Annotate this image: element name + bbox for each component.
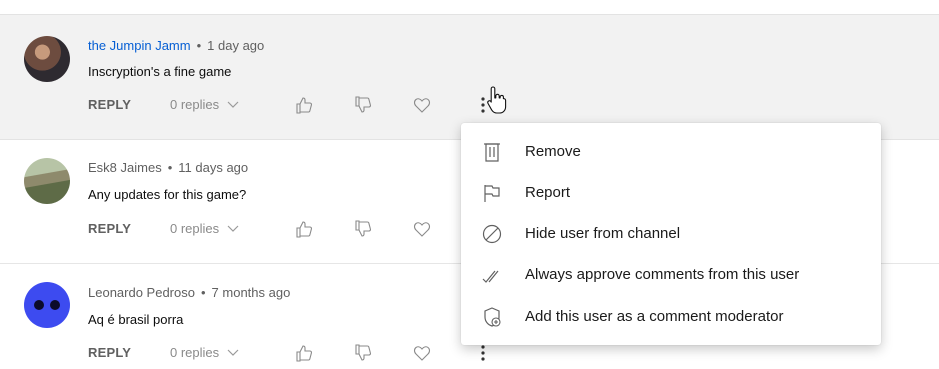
comment-author[interactable]: Leonardo Pedroso (88, 285, 195, 300)
menu-item-always-approve[interactable]: Always approve comments from this user (461, 255, 881, 295)
separator-dot: • (167, 160, 173, 175)
replies-toggle[interactable]: 0 replies (170, 221, 239, 236)
menu-item-add-moderator[interactable]: Add this user as a comment moderator (461, 297, 881, 337)
menu-item-hide-user[interactable]: Hide user from channel (461, 214, 881, 254)
thumbs-up-icon[interactable] (293, 94, 315, 116)
menu-item-report[interactable]: Report (461, 173, 881, 213)
thumbs-up-icon[interactable] (293, 342, 315, 364)
avatar[interactable] (24, 282, 70, 328)
avatar[interactable] (24, 158, 70, 204)
comment-meta: Esk8 Jaimes • 11 days ago (88, 160, 248, 175)
menu-item-label: Hide user from channel (525, 225, 681, 242)
heart-icon[interactable] (411, 218, 433, 240)
thumbs-down-icon[interactable] (352, 218, 374, 240)
more-options-icon[interactable] (472, 342, 485, 364)
menu-item-label: Add this user as a comment moderator (525, 308, 784, 325)
avatar-eye (50, 300, 60, 310)
comment-actions: REPLY 0 replies (88, 218, 508, 242)
shield-add-icon (481, 306, 503, 328)
comment-item: the Jumpin Jamm • 1 day ago Inscryption's … (0, 14, 939, 140)
comment-text: Aq é brasil porra (88, 312, 184, 327)
comment-meta: Leonardo Pedroso • 7 months ago (88, 285, 290, 300)
double-check-icon (481, 264, 503, 286)
block-icon (481, 223, 503, 245)
avatar[interactable] (24, 36, 70, 82)
heart-icon[interactable] (411, 342, 433, 364)
menu-item-label: Always approve comments from this user (525, 266, 800, 283)
menu-item-label: Remove (525, 143, 581, 160)
avatar-eye (34, 300, 44, 310)
menu-item-label: Report (525, 184, 571, 201)
thumbs-down-icon[interactable] (352, 94, 374, 116)
reply-button[interactable]: REPLY (88, 221, 131, 236)
thumbs-up-icon[interactable] (293, 218, 315, 240)
more-options-icon[interactable] (472, 94, 485, 116)
thumbs-down-icon[interactable] (352, 342, 374, 364)
flag-icon (481, 182, 503, 204)
separator-dot: • (200, 285, 206, 300)
menu-item-remove[interactable]: Remove (461, 132, 881, 172)
heart-icon[interactable] (411, 94, 433, 116)
reply-button[interactable]: REPLY (88, 97, 131, 112)
separator-dot: • (196, 38, 202, 53)
replies-count: 0 replies (170, 97, 220, 112)
comment-time[interactable]: 1 day ago (207, 38, 264, 53)
chevron-down-icon (227, 97, 239, 112)
trash-icon (481, 141, 503, 163)
comment-options-menu: Remove Report Hide user from channel Alw… (461, 123, 881, 345)
chevron-down-icon (227, 221, 239, 236)
comment-author[interactable]: the Jumpin Jamm (88, 38, 191, 53)
comment-time[interactable]: 7 months ago (212, 285, 291, 300)
comment-text: Any updates for this game? (88, 187, 247, 202)
comment-actions: REPLY 0 replies (88, 94, 508, 118)
replies-count: 0 replies (170, 221, 220, 236)
hand-cursor-icon (485, 85, 509, 115)
comment-time[interactable]: 11 days ago (178, 160, 248, 175)
comment-text: Inscryption's a fine game (88, 64, 232, 79)
replies-toggle[interactable]: 0 replies (170, 97, 239, 112)
comment-author[interactable]: Esk8 Jaimes (88, 160, 162, 175)
comment-actions: REPLY 0 replies (88, 342, 508, 366)
comment-meta: the Jumpin Jamm • 1 day ago (88, 38, 264, 53)
